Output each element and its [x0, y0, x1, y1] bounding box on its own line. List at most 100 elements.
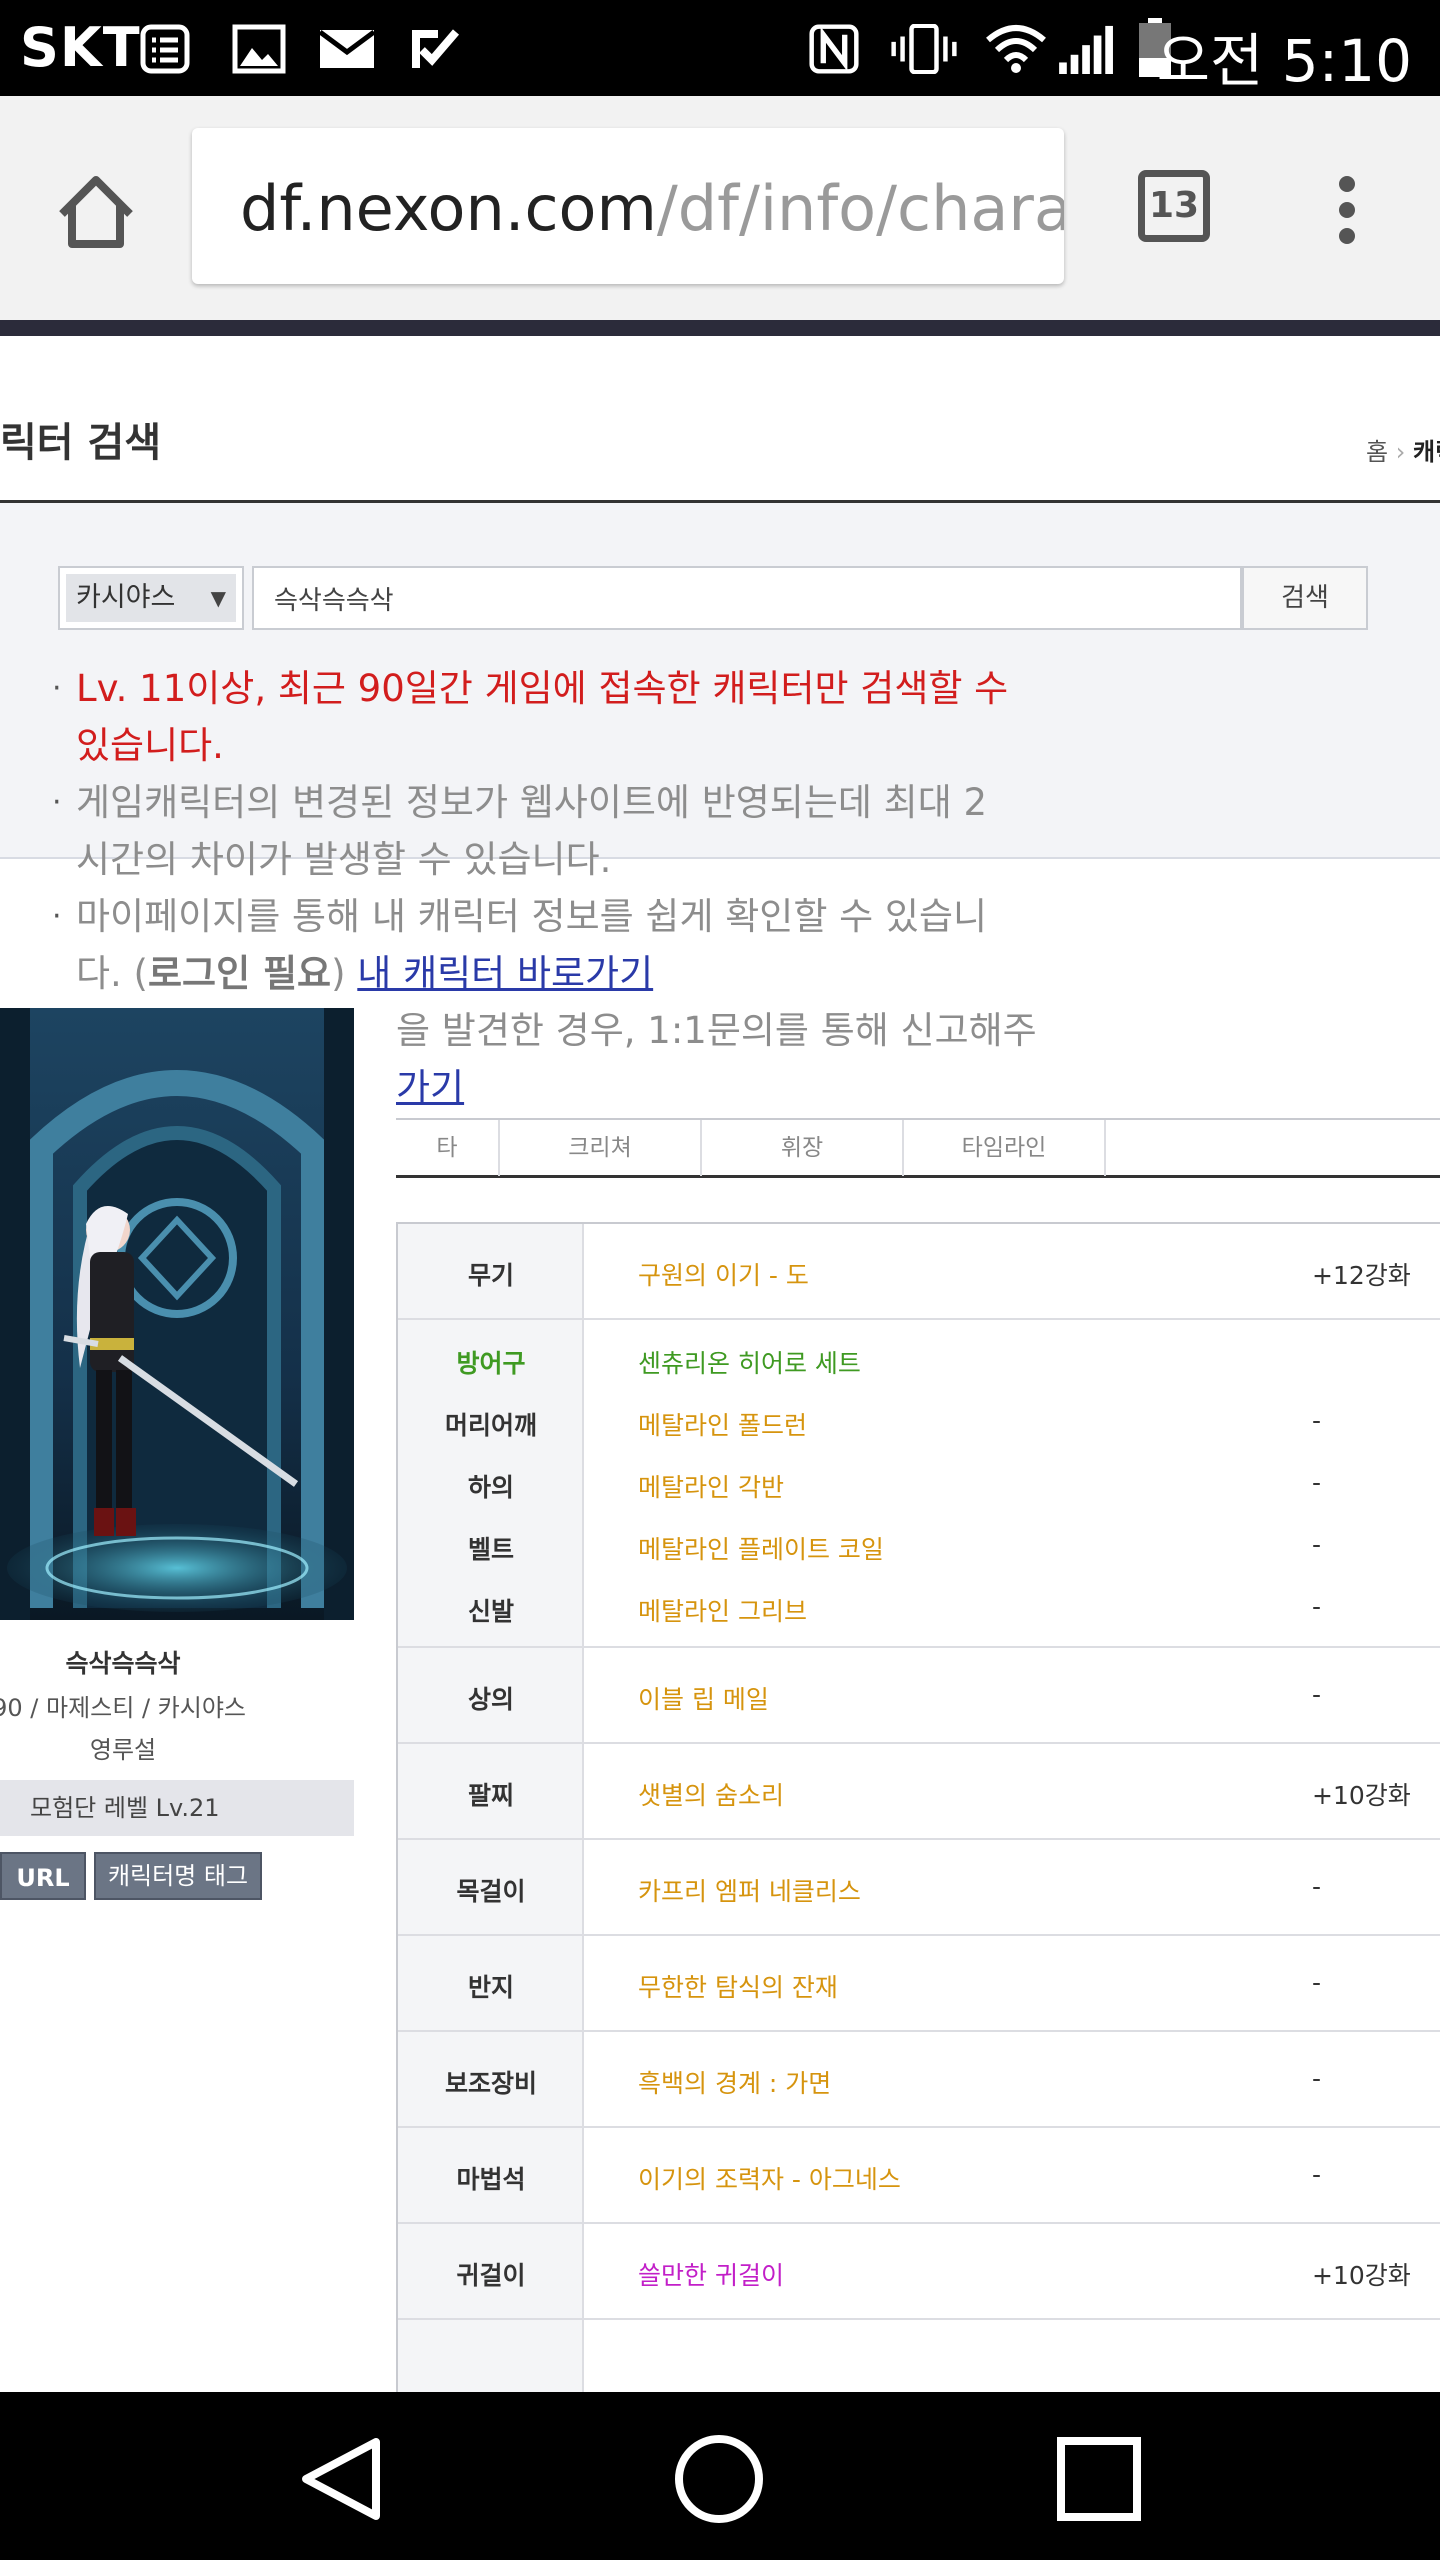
character-info-text: v.90 / 마제스티 / 카시야스: [0, 1694, 246, 1722]
search-button[interactable]: 검색: [1242, 566, 1368, 630]
equipment-line: 벨트 메탈라인 플레이트 코일 -: [398, 1514, 1440, 1576]
item-name[interactable]: 구원의 이기 - 도: [638, 1256, 809, 1292]
wifi-icon: [986, 25, 1046, 73]
address-text: df.nexon.com/df/info/chara: [240, 172, 1064, 245]
item-name[interactable]: 메탈라인 각반: [638, 1468, 784, 1504]
item-name[interactable]: 카프리 엠퍼 네클리스: [638, 1872, 861, 1908]
slot-label: 목걸이: [456, 1877, 526, 1906]
item-name[interactable]: 무한한 탐식의 잔재: [638, 1968, 838, 2004]
clock: 오전 5:10: [1156, 27, 1412, 95]
slot-label: 머리어깨: [444, 1411, 537, 1440]
equipment-row: 무기 구원의 이기 - 도 +12강화: [398, 1224, 1440, 1320]
tab-timeline[interactable]: 타임라인: [904, 1120, 1106, 1176]
equipment-row: 귀걸이 쓸만한 귀걸이 +10강화: [398, 2224, 1440, 2320]
character-tag-button[interactable]: 캐릭터명 태그: [94, 1852, 262, 1900]
notice-line: 가기: [396, 1059, 1042, 1116]
chevron-down-icon: ▼: [210, 586, 226, 610]
item-name[interactable]: 이기의 조력자 - 아그네스: [638, 2160, 901, 2196]
recents-square-icon[interactable]: [1056, 2436, 1142, 2522]
enhancement-level: -: [1312, 1968, 1322, 1997]
notice-line: 다. (로그인 필요) 내 캐릭터 바로가기: [76, 945, 1042, 1002]
breadcrumb: 홈 › 캐릭: [1366, 432, 1440, 467]
slot-label: 무기: [467, 1261, 514, 1290]
equipment-line: 하의 메탈라인 각반 -: [398, 1452, 1440, 1514]
equipment-row: 마법석 이기의 조력자 - 아그네스 -: [398, 2128, 1440, 2224]
notice-line: 게임캐릭터의 변경된 정보가 웹사이트에 반영되는데 최대 2: [76, 781, 988, 824]
equipment-line: 신발 메탈라인 그리브 -: [398, 1576, 1440, 1638]
url-button[interactable]: URL: [0, 1852, 86, 1900]
enhancement-level: +10강화: [1312, 1781, 1411, 1810]
notice-item: · Lv. 11이상, 최근 90일간 게임에 접속한 캐릭터만 검색할 수 있…: [52, 660, 1042, 774]
tab-creature[interactable]: 크리쳐: [500, 1120, 702, 1176]
server-name: 카시야스: [76, 582, 176, 613]
slot-label: 보조장비: [444, 2069, 537, 2098]
enhancement-level: -: [1312, 1406, 1322, 1435]
mail-icon: [318, 29, 376, 68]
enhancement-level: -: [1312, 1468, 1322, 1497]
home-circle-icon[interactable]: [674, 2434, 764, 2524]
character-avatar: [0, 1008, 354, 1620]
tab-etc[interactable]: 타: [396, 1120, 500, 1176]
equipment-line: 상의 이블 립 메일 -: [398, 1664, 1440, 1726]
slot-label: 벨트: [467, 1535, 514, 1564]
slot-label: 팔찌: [467, 1781, 514, 1810]
item-name[interactable]: 메탈라인 그리브: [638, 1592, 807, 1628]
equipment-row: 상의 이블 립 메일 -: [398, 1648, 1440, 1744]
equipment-row: 방어구 센츄리온 히어로 세트 머리어깨 메탈라인 폴드런 - 하의 메탈라인 각반 - 벨트 메…: [398, 1320, 1440, 1648]
my-character-link[interactable]: 내 캐릭터 바로가기: [357, 952, 653, 995]
equipment-line: 보조장비 흑백의 경계 : 가면 -: [398, 2048, 1440, 2110]
character-name: 슥삭슥슥삭: [65, 1649, 181, 1678]
back-triangle-icon[interactable]: [296, 2434, 386, 2524]
equipment-row: 보조장비 흑백의 경계 : 가면 -: [398, 2032, 1440, 2128]
server-select-value: 카시야스 ▼: [66, 574, 236, 622]
nfc-icon: [809, 24, 859, 74]
character-tabs: 타 크리쳐 휘장 타임라인: [396, 1118, 1440, 1178]
overflow-menu-icon[interactable]: [1334, 174, 1360, 246]
item-name[interactable]: 샛별의 숨소리: [638, 1776, 784, 1812]
system-nav-bar: [0, 2392, 1440, 2560]
address-bar[interactable]: df.nexon.com/df/info/chara: [192, 128, 1064, 284]
adventure-level: 모험단 레벨 Lv.21: [0, 1780, 354, 1836]
browser-toolbar: df.nexon.com/df/info/chara 13: [0, 96, 1440, 320]
item-name[interactable]: 메탈라인 플레이트 코일: [638, 1530, 884, 1566]
notice-line: 시간의 차이가 발생할 수 있습니다.: [76, 838, 612, 881]
enhancement-level: -: [1312, 1680, 1322, 1709]
notice-text: ): [331, 952, 358, 995]
vibrate-icon: [891, 24, 957, 74]
slot-label: 상의: [467, 1685, 514, 1714]
slot-label: 신발: [467, 1597, 514, 1626]
equipment-line: 무기 구원의 이기 - 도 +12강화: [398, 1240, 1440, 1302]
notice-line: 마이페이지를 통해 내 캐릭터 정보를 쉽게 확인할 수 있습니: [76, 895, 988, 938]
equipment-line: 마법석 이기의 조력자 - 아그네스 -: [398, 2144, 1440, 2206]
item-name[interactable]: 메탈라인 폴드런: [638, 1406, 807, 1442]
notes-icon: [140, 24, 190, 74]
equipment-line: 귀걸이 쓸만한 귀걸이 +10강화: [398, 2240, 1440, 2302]
report-link[interactable]: 가기: [396, 1066, 464, 1109]
item-name[interactable]: 센츄리온 히어로 세트: [638, 1344, 861, 1380]
notice-line: 있습니다.: [76, 724, 224, 767]
enhancement-level: +12강화: [1312, 1261, 1411, 1290]
equipment-line: 반지 무한한 탐식의 잔재 -: [398, 1952, 1440, 2014]
item-name[interactable]: 이블 립 메일: [638, 1680, 769, 1716]
slot-cell-bg: [398, 2320, 584, 2400]
site-header-edge: [0, 320, 1440, 336]
equipment-line: 방어구 센츄리온 히어로 세트: [398, 1328, 1440, 1390]
item-name[interactable]: 흑백의 경계 : 가면: [638, 2064, 831, 2100]
search-input[interactable]: [252, 566, 1242, 630]
equipment-row: 팔찌 샛별의 숨소리 +10강화: [398, 1744, 1440, 1840]
carrier-label: SKT: [20, 16, 141, 79]
notice-item: · 게임캐릭터의 변경된 정보가 웹사이트에 반영되는데 최대 2 시간의 차이…: [52, 774, 1042, 888]
tab-emblem[interactable]: 휘장: [702, 1120, 904, 1176]
breadcrumb-current: 캐릭: [1412, 438, 1440, 466]
item-name[interactable]: 쓸만한 귀걸이: [638, 2256, 784, 2292]
slot-label: 반지: [467, 1973, 514, 2002]
home-icon[interactable]: [56, 174, 136, 250]
enhancement-level: -: [1312, 2064, 1322, 2093]
tabs-icon[interactable]: 13: [1138, 170, 1210, 242]
breadcrumb-home[interactable]: 홈: [1366, 438, 1388, 466]
enhancement-level: -: [1312, 1530, 1322, 1559]
equipment-row: [398, 2320, 1440, 2402]
signal-icon: [1059, 25, 1113, 74]
character-guild: 영루설: [89, 1736, 157, 1764]
server-select[interactable]: 카시야스 ▼: [58, 566, 244, 630]
